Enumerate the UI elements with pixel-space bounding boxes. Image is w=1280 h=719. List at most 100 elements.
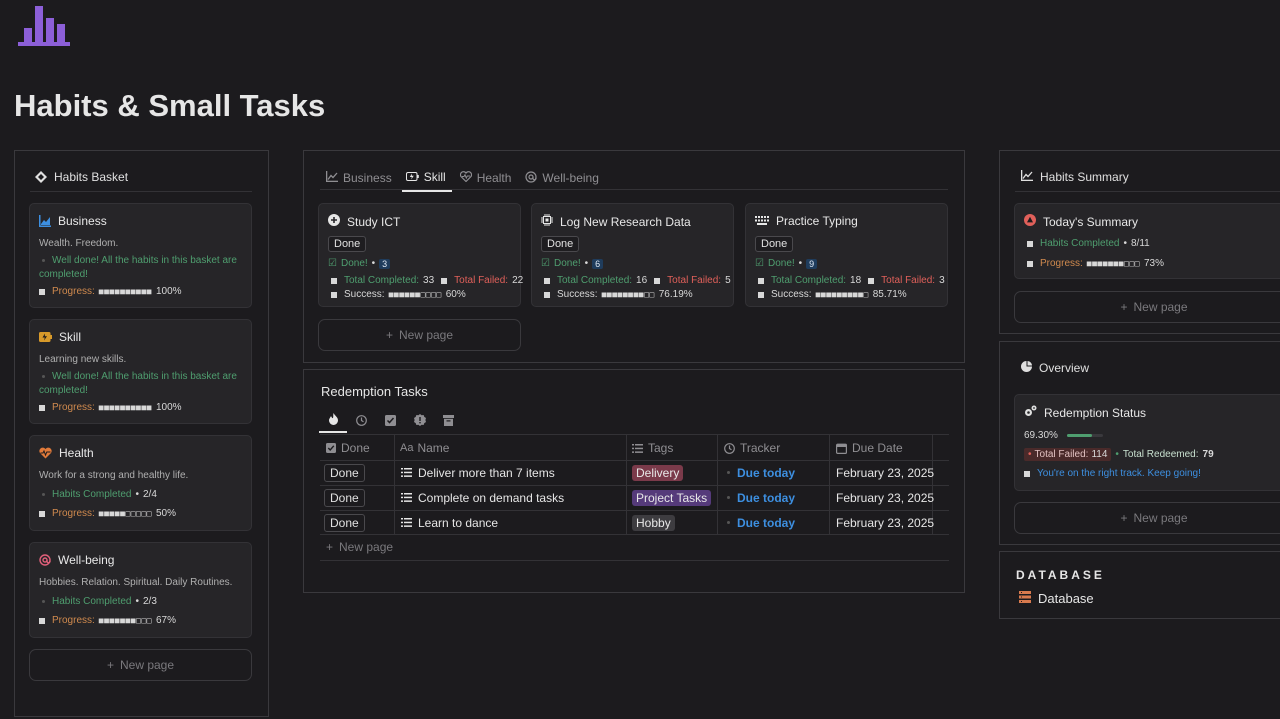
check-view-tab[interactable] — [376, 407, 405, 433]
column-header-tags[interactable]: Tags — [632, 440, 673, 456]
habits-completed-count: 2/4 — [143, 489, 157, 500]
list-icon — [401, 468, 412, 477]
progress-pct: 67% — [155, 615, 176, 626]
list-icon — [401, 518, 412, 527]
progress-line: Progress: ■■■■■■■□□□ 67% — [39, 615, 176, 626]
column-header-tracker[interactable]: Tracker — [724, 440, 780, 456]
heartbeat-icon — [459, 171, 472, 185]
habits-basket-header: Habits Basket — [35, 170, 128, 184]
tag: Hobby — [632, 514, 675, 531]
progress-pct: 50% — [155, 508, 176, 519]
due-date: February 23, 2025 — [836, 515, 935, 530]
status-pill[interactable]: Done — [541, 236, 580, 252]
database-link[interactable]: Database — [1019, 591, 1094, 606]
text-type-icon: Aa — [400, 442, 414, 454]
alert-view-tab[interactable] — [405, 407, 434, 433]
at-icon — [39, 554, 51, 566]
total-completed: 16 — [636, 275, 648, 286]
basket-card-health[interactable]: Health Work for a strong and healthy lif… — [29, 435, 252, 531]
chip-icon — [541, 214, 553, 229]
status-pill[interactable]: Done — [328, 236, 367, 252]
skill-card-log-research[interactable]: Log New Research Data Done ☑ Done! • 6 Tota… — [531, 203, 734, 307]
done-pill[interactable]: Done — [324, 513, 365, 532]
column-header-name[interactable]: Aa Name — [400, 440, 449, 456]
card-description: Wealth. Freedom. — [39, 238, 119, 249]
plus-circle-icon — [328, 214, 340, 229]
todays-summary-card[interactable]: Today's Summary Habits Completed • 8/11 Pr… — [1014, 203, 1280, 279]
redemption-pct: 69.30% — [1024, 430, 1058, 441]
bar-chart-icon — [326, 171, 338, 185]
progress-pct: 100% — [155, 402, 182, 413]
status-text-2: completed! — [39, 269, 88, 280]
progress-pct: 73% — [1143, 258, 1164, 269]
total-failed: 3 — [939, 275, 945, 286]
bar-chart-icon — [1021, 170, 1033, 184]
battery-icon — [405, 170, 419, 184]
card-title: Study ICT — [347, 214, 401, 229]
done-pill[interactable]: Done — [324, 463, 365, 482]
list-icon — [632, 443, 643, 453]
redemption-title: Redemption Tasks — [321, 384, 428, 399]
tab-skill[interactable]: Skill — [401, 164, 452, 192]
database-panel — [999, 551, 1280, 619]
redemption-progress-bar — [1066, 434, 1103, 437]
new-page-button[interactable]: + New page — [1014, 291, 1280, 323]
archive-view-tab[interactable] — [434, 407, 463, 433]
habits-completed-count: 2/3 — [143, 596, 157, 607]
success-bar: ■■■■■■■■■□ — [815, 290, 869, 299]
progress-line: Progress: ■■■■■■■■■■ 100% — [39, 286, 182, 297]
tab-health[interactable]: Health — [456, 164, 518, 192]
habits-basket-title: Habits Basket — [54, 170, 129, 184]
progress-bar: ■■■■■■■□□□ — [98, 616, 152, 625]
table-row[interactable]: Done — [324, 488, 365, 507]
habits-completed-label: Habits Completed — [52, 489, 132, 500]
plus-icon: + — [106, 658, 114, 672]
checkbox-icon: ☑ — [328, 258, 337, 269]
checkbox-icon: ☑ — [541, 258, 550, 269]
basket-card-skill[interactable]: Skill Learning new skills. Well done! Al… — [29, 319, 252, 424]
skill-card-study-ict[interactable]: Study ICT Done ☑ Done! • 3 Total Completed:… — [318, 203, 523, 307]
divider — [320, 189, 948, 190]
redemption-status-card[interactable]: Redemption Status 69.30% • Total Failed: 1… — [1014, 394, 1280, 491]
total-failed-badge: • Total Failed: 114 — [1024, 448, 1112, 461]
habits-completed-count: 8/11 — [1131, 238, 1150, 249]
status-message: You're on the right track. Keep going! — [1037, 468, 1201, 479]
table-row[interactable]: Done — [324, 463, 365, 482]
clock-icon — [356, 414, 367, 426]
progress-bar: ■■■■■■■■■■ — [98, 287, 152, 296]
clock-view-tab[interactable] — [347, 407, 376, 433]
new-page-row[interactable]: + New page — [326, 539, 393, 555]
plus-icon: + — [385, 328, 393, 342]
tab-well-being[interactable]: Well-being — [521, 164, 604, 192]
plus-icon: + — [1120, 511, 1128, 525]
total-completed: 33 — [423, 275, 435, 286]
diamond-icon — [35, 171, 47, 183]
status-text: Well done! All the habits in this basket… — [52, 371, 237, 382]
page-title: Habits & Small Tasks — [14, 88, 326, 123]
new-page-button[interactable]: + New page — [1014, 502, 1280, 534]
plus-icon: + — [326, 540, 334, 554]
skill-card-practice-typing[interactable]: Practice Typing Done ☑ Done! • 9 Total Comp… — [745, 203, 948, 307]
basket-card-business[interactable]: Business Wealth. Freedom. Well done! All… — [29, 203, 252, 308]
divider — [30, 191, 252, 192]
at-icon — [525, 170, 538, 186]
new-page-button[interactable]: + New page — [29, 649, 252, 681]
fire-view-tab[interactable] — [319, 407, 347, 433]
basket-card-well-being[interactable]: Well-being Hobbies. Relation. Spiritual.… — [29, 542, 252, 638]
divider — [320, 434, 949, 435]
gears-icon — [1024, 405, 1037, 420]
status-pill[interactable]: Done — [755, 236, 794, 252]
table-row[interactable]: Done — [324, 513, 365, 532]
calendar-icon — [836, 443, 847, 454]
checkbox-icon: ☑ — [755, 258, 764, 269]
tracker-status: Due today — [737, 465, 796, 480]
checkbox-icon — [385, 414, 396, 426]
tab-business[interactable]: Business — [322, 164, 398, 192]
task-name: Complete on demand tasks — [418, 490, 565, 505]
column-header-due-date[interactable]: Due Date — [836, 440, 903, 456]
done-count: 3 — [379, 258, 391, 269]
new-page-button[interactable]: + New page — [318, 319, 521, 351]
done-pill[interactable]: Done — [324, 488, 365, 507]
column-header-done[interactable]: Done — [326, 440, 370, 456]
total-redeemed: 79 — [1202, 449, 1214, 460]
